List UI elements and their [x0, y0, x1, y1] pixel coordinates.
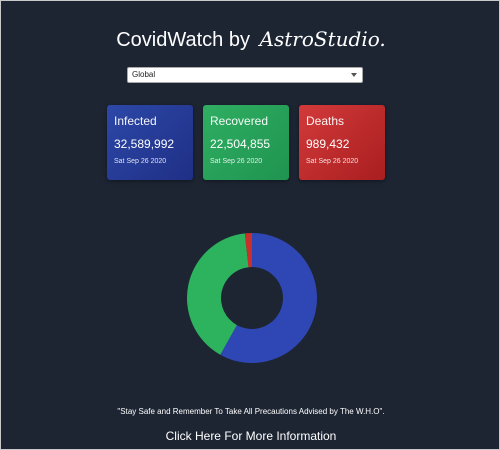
stats-cards: Infected 32,589,992 Sat Sep 26 2020 Reco…	[107, 105, 387, 181]
recovered-title: Recovered	[210, 114, 269, 128]
doughnut-chart-svg	[187, 233, 317, 363]
safety-quote: "Stay Safe and Remember To Take All Prec…	[117, 407, 385, 416]
deaths-date: Sat Sep 26 2020	[306, 158, 359, 165]
deaths-value: 989,432	[306, 137, 350, 151]
more-info-link[interactable]: Click Here For More Information	[1, 429, 500, 443]
cases-doughnut-chart	[185, 231, 319, 365]
brand-logo: AstroStudio.	[259, 27, 386, 51]
region-select-value: Global	[132, 70, 156, 79]
infected-date: Sat Sep 26 2020	[114, 158, 167, 165]
recovered-value: 22,504,855	[210, 137, 271, 151]
app-title: CovidWatch by	[116, 29, 250, 51]
infected-card: Infected 32,589,992 Sat Sep 26 2020	[107, 105, 193, 180]
deaths-title: Deaths	[306, 114, 345, 128]
recovered-date: Sat Sep 26 2020	[210, 158, 263, 165]
page-header: CovidWatch by AstroStudio.	[1, 27, 500, 52]
region-select[interactable]: Global	[127, 67, 363, 83]
deaths-card: Deaths 989,432 Sat Sep 26 2020	[299, 105, 385, 180]
infected-title: Infected	[114, 114, 157, 128]
chevron-down-icon	[351, 73, 357, 77]
infected-value: 32,589,992	[114, 137, 175, 151]
recovered-card: Recovered 22,504,855 Sat Sep 26 2020	[203, 105, 289, 180]
app-page: CovidWatch by AstroStudio. Global Infect…	[0, 0, 500, 450]
